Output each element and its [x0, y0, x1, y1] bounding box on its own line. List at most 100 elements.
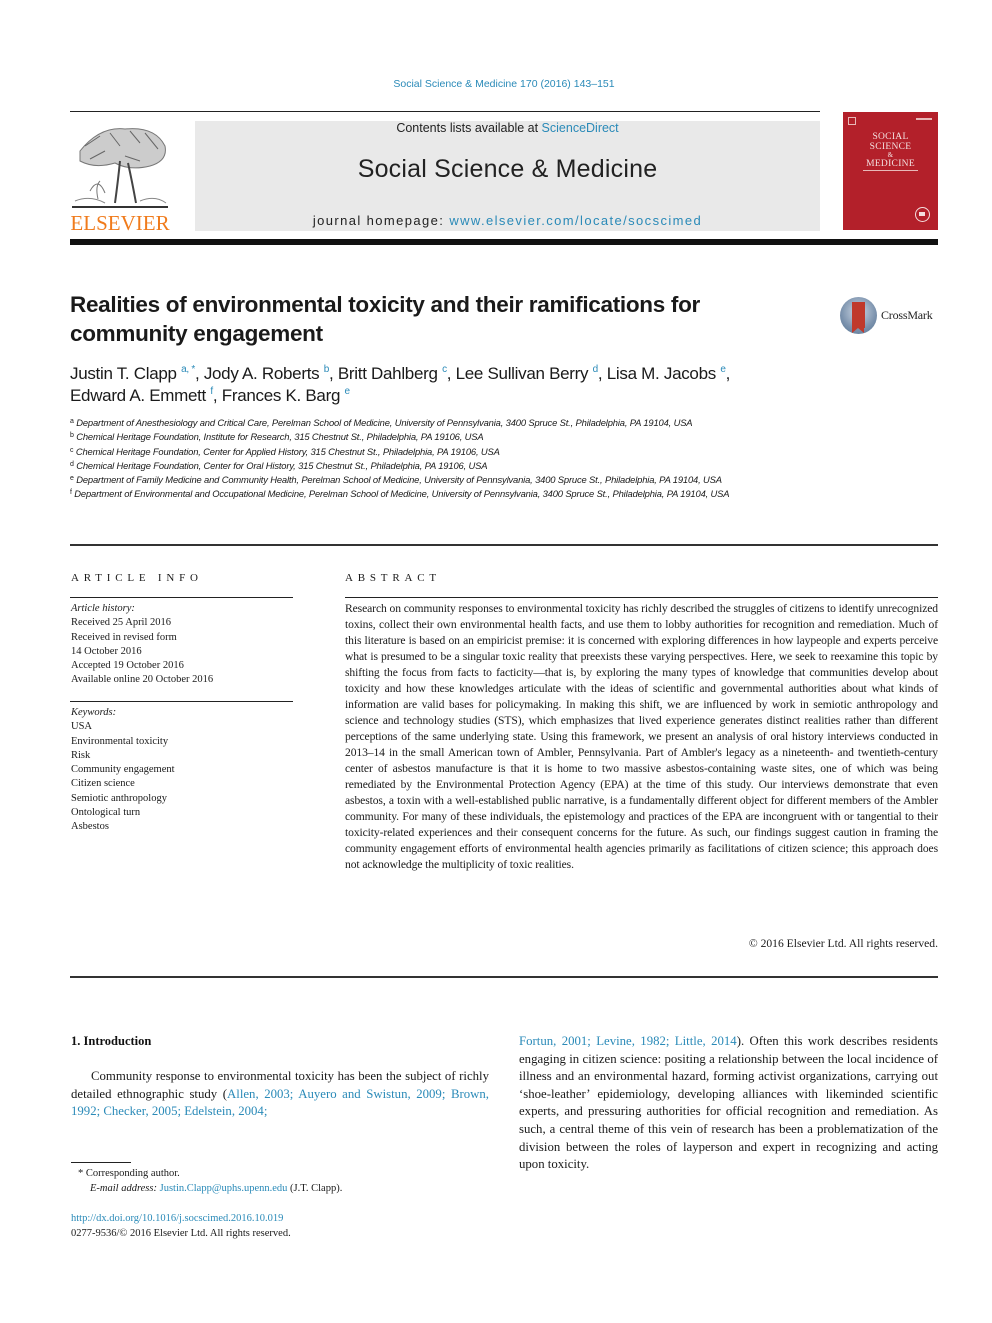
footnote-divider [71, 1162, 131, 1163]
keyword-item: Asbestos [71, 821, 109, 833]
footnote-marker: * [78, 1168, 84, 1179]
corresponding-author-note: * Corresponding author. [78, 1166, 342, 1181]
keywords: Keywords: USA Environmental toxicity Risk C… [71, 706, 175, 835]
email-link[interactable]: Justin.Clapp@uphs.upenn.edu [160, 1183, 288, 1194]
journal-cover-thumbnail[interactable]: SOCIAL SCIENCE & MEDICINE [843, 112, 938, 230]
cover-title: SOCIAL SCIENCE & MEDICINE [843, 132, 938, 169]
author-name[interactable]: Jody A. Roberts [204, 364, 320, 383]
author-name[interactable]: Britt Dahlberg [338, 364, 438, 383]
affiliation-key: b [70, 432, 74, 440]
cover-amp: & [887, 151, 894, 159]
section-divider [70, 544, 938, 546]
affiliation-text: Chemical Heritage Foundation, Center for… [75, 445, 500, 457]
affiliation-key: a [70, 418, 74, 425]
footnotes: * Corresponding author. E-mail address: … [78, 1166, 342, 1196]
author-separator: , [329, 364, 338, 383]
affiliation: d Chemical Heritage Foundation, Center f… [70, 459, 820, 473]
cover-publisher-icon [848, 117, 856, 125]
abstract-text: Research on community responses to envir… [345, 602, 938, 871]
abstract-copyright: © 2016 Elsevier Ltd. All rights reserved… [748, 937, 938, 950]
sciencedirect-link[interactable]: ScienceDirect [542, 121, 619, 135]
affiliation-text: Department of Environmental and Occupati… [74, 488, 730, 500]
issn-line: 0277-9536/© 2016 Elsevier Ltd. All right… [71, 1228, 291, 1239]
cover-line-1: SOCIAL [872, 132, 909, 142]
keyword-item: Citizen science [71, 778, 135, 790]
crossmark-icon [840, 297, 877, 334]
email-suffix: (J.T. Clapp). [287, 1183, 343, 1194]
keyword-item: Environmental toxicity [71, 735, 169, 747]
homepage-prefix: journal homepage: [312, 213, 450, 228]
author-separator: , [194, 364, 204, 383]
abstract-end-divider [70, 976, 938, 978]
contents-prefix: Contents lists available at [396, 121, 542, 135]
affiliation-key: c [70, 446, 74, 454]
affiliation: b Chemical Heritage Foundation, Institut… [70, 430, 820, 444]
keyword-item: Semiotic anthropology [71, 792, 167, 804]
journal-masthead: Contents lists available at ScienceDirec… [195, 121, 820, 231]
affiliation-text: Chemical Heritage Foundation, Institute … [76, 431, 484, 443]
elsevier-logo[interactable]: ELSEVIER [70, 121, 170, 235]
crossmark-button[interactable]: CrossMark [840, 297, 950, 335]
author-name[interactable]: Frances K. Barg [222, 386, 341, 405]
author-separator: , [597, 364, 607, 383]
affiliation: a Department of Anesthesiology and Criti… [70, 416, 820, 430]
doi-link[interactable]: http://dx.doi.org/10.1016/j.socscimed.20… [71, 1211, 291, 1226]
email-note: E-mail address: Justin.Clapp@uphs.upenn.… [78, 1181, 342, 1196]
keyword-item: Risk [71, 749, 91, 761]
intro-citations-2[interactable]: Fortun, 2001; Levine, 1982; Little, 2014 [519, 1034, 737, 1048]
author-separator: , [212, 386, 222, 405]
affiliation-text: Department of Family Medicine and Commun… [76, 474, 722, 486]
affiliation-list: a Department of Anesthesiology and Criti… [70, 416, 820, 502]
keywords-label: Keywords: [71, 707, 117, 718]
author-name[interactable]: Lee Sullivan Berry [456, 364, 589, 383]
affiliation-key: e [70, 475, 74, 483]
history-item: 14 October 2016 [71, 645, 142, 657]
keywords-divider [70, 701, 293, 702]
doi-block: http://dx.doi.org/10.1016/j.socscimed.20… [71, 1211, 291, 1241]
affiliation-key: f [70, 489, 72, 497]
affiliation: f Department of Environmental and Occupa… [70, 487, 820, 501]
article-history: Article history: Received 25 April 2016 R… [71, 602, 213, 688]
author-name[interactable]: Lisa M. Jacobs [607, 364, 716, 383]
email-label: E-mail address: [90, 1183, 157, 1194]
keyword-item: Community engagement [71, 764, 175, 776]
corresponding-author-text: Corresponding author. [85, 1168, 180, 1179]
keyword-item: USA [71, 721, 93, 733]
history-item: Accepted 19 October 2016 [71, 660, 184, 672]
journal-homepage-link[interactable]: www.elsevier.com/locate/socscimed [449, 213, 702, 228]
article-info-divider [70, 597, 293, 598]
author-list: Justin T. Clapp a, *, Jody A. Roberts b,… [70, 363, 850, 407]
cover-subtitle-rule [863, 170, 918, 171]
affiliation: e Department of Family Medicine and Comm… [70, 473, 820, 487]
keyword-item: Ontological turn [71, 807, 141, 819]
crossmark-label: CrossMark [881, 308, 933, 322]
article-info-heading: ARTICLE INFO [71, 572, 203, 584]
introduction-column-right: Fortun, 2001; Levine, 1982; Little, 2014… [519, 1033, 938, 1174]
history-item: Available online 20 October 2016 [71, 674, 214, 686]
elsevier-wordmark: ELSEVIER [70, 211, 170, 235]
cover-seal-icon [915, 207, 930, 222]
history-item: Received 25 April 2016 [71, 617, 172, 629]
header-divider [70, 111, 820, 112]
affiliation: c Chemical Heritage Foundation, Center f… [70, 445, 820, 459]
cover-line-3: MEDICINE [866, 159, 915, 169]
author-separator: , [446, 364, 456, 383]
history-item: Received in revised form [71, 631, 177, 643]
elsevier-tree-icon [72, 128, 168, 208]
contents-line: Contents lists available at ScienceDirec… [195, 121, 820, 135]
abstract-heading: ABSTRACT [345, 572, 441, 584]
author-affiliation-marker[interactable]: a, * [181, 364, 195, 375]
introduction-column-left: Community response to environmental toxi… [71, 1068, 489, 1121]
introduction-heading: 1. Introduction [71, 1034, 152, 1048]
author-separator: , [725, 364, 731, 383]
intro-text-2: ). Often this work describes residents e… [519, 1034, 938, 1172]
affiliation-text: Chemical Heritage Foundation, Center for… [76, 459, 488, 471]
journal-reference-link[interactable]: Social Science & Medicine 170 (2016) 143… [0, 78, 992, 90]
crossmark-ribbon-icon [852, 302, 865, 333]
author-name[interactable]: Edward A. Emmett [70, 386, 206, 405]
abstract-divider [345, 597, 938, 598]
author-affiliation-marker[interactable]: e [345, 386, 351, 397]
author-name[interactable]: Justin T. Clapp [70, 364, 177, 383]
article-title: Realities of environmental toxicity and … [70, 292, 700, 346]
journal-name: Social Science & Medicine [357, 155, 658, 183]
